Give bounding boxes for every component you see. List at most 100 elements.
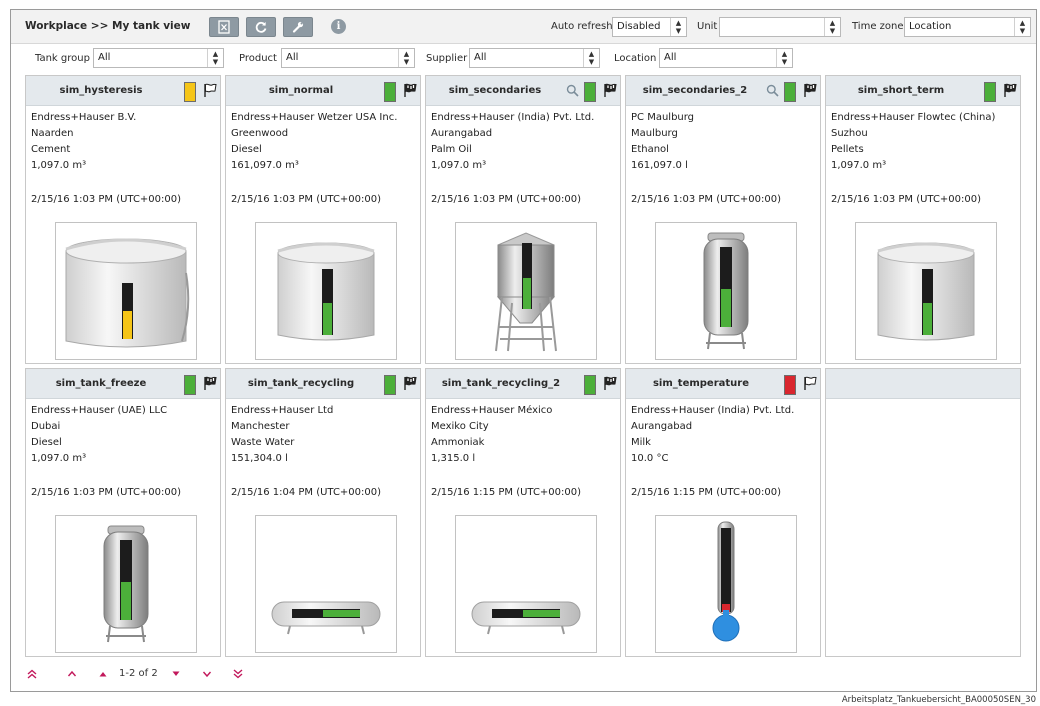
tank-card[interactable]: sim_temperature Endress+Hauser (India) Pv… bbox=[625, 368, 821, 657]
card-body: Endress+Hauser B.V. Naarden Cement 1,097.0 … bbox=[26, 106, 220, 212]
previous-page-icon[interactable] bbox=[67, 669, 77, 682]
magnifier-icon[interactable] bbox=[766, 84, 779, 97]
tank-card[interactable]: sim_tank_recycling Endress+Hauser Ltd Manc… bbox=[225, 368, 421, 657]
tank-illustration bbox=[877, 242, 975, 341]
tank-card[interactable]: sim_normal Endress+Hauser Wetzer USA Inc.… bbox=[225, 75, 421, 364]
tank-name[interactable]: sim_hysteresis bbox=[26, 85, 176, 96]
tank-image-frame[interactable] bbox=[855, 222, 997, 360]
auto-refresh-value: Disabled bbox=[617, 21, 661, 32]
tank-illustration bbox=[703, 232, 749, 350]
tank-name[interactable]: sim_tank_recycling bbox=[226, 378, 376, 389]
tank-image-frame[interactable] bbox=[55, 222, 197, 360]
tank-name[interactable]: sim_secondaries bbox=[426, 85, 564, 96]
location-select[interactable]: All ▲ ▼ bbox=[659, 48, 793, 68]
tank-image-frame[interactable] bbox=[655, 222, 797, 360]
timezone-label: Time zone bbox=[852, 21, 904, 32]
tank-company: Endress+Hauser (India) Pvt. Ltd. bbox=[431, 112, 595, 123]
tank-timestamp: 2/15/16 1:03 PM (UTC+00:00) bbox=[31, 194, 182, 205]
checkered-flag-icon[interactable] bbox=[1002, 82, 1018, 98]
first-page-icon[interactable] bbox=[27, 669, 37, 682]
select-arrows-icon: ▲ ▼ bbox=[583, 49, 599, 67]
tank-name[interactable]: sim_secondaries_2 bbox=[626, 85, 764, 96]
tank-card[interactable]: sim_short_term Endress+Hauser Flowtec (Ch… bbox=[825, 75, 1021, 364]
select-arrows-icon: ▲ ▼ bbox=[398, 49, 414, 67]
tank-volume: 1,097.0 m³ bbox=[831, 160, 887, 171]
auto-refresh-select[interactable]: Disabled ▲ ▼ bbox=[612, 17, 687, 37]
scroll-down-icon[interactable] bbox=[171, 669, 181, 682]
unit-select[interactable]: ▲ ▼ bbox=[719, 17, 841, 37]
tank-card[interactable]: sim_secondaries_2 PC Maulburg Maulburg Etha… bbox=[625, 75, 821, 364]
tank-name[interactable]: sim_tank_recycling_2 bbox=[426, 378, 576, 389]
select-arrows-icon: ▲ ▼ bbox=[670, 18, 686, 36]
tank-view-panel: Workplace >> My tank view i Auto refresh… bbox=[10, 9, 1037, 692]
last-page-icon[interactable] bbox=[233, 669, 243, 682]
checkered-flag-icon[interactable] bbox=[202, 82, 218, 98]
tank-image-frame[interactable] bbox=[255, 222, 397, 360]
select-arrows-icon: ▲ ▼ bbox=[207, 49, 223, 67]
checkered-flag-icon[interactable] bbox=[802, 82, 818, 98]
refresh-button[interactable] bbox=[246, 17, 276, 37]
tank-volume: 161,097.0 l bbox=[631, 160, 688, 171]
checkered-flag-icon[interactable] bbox=[202, 375, 218, 391]
tank-name[interactable]: sim_tank_freeze bbox=[26, 378, 176, 389]
tank-name[interactable]: sim_short_term bbox=[826, 85, 976, 96]
tank-city: Manchester bbox=[231, 421, 290, 432]
checkered-flag-icon[interactable] bbox=[402, 375, 418, 391]
tank-volume: 1,097.0 m³ bbox=[431, 160, 487, 171]
tank-product: Ammoniak bbox=[431, 437, 485, 448]
tank-image-frame[interactable] bbox=[455, 515, 597, 653]
tank-company: Endress+Hauser Flowtec (China) bbox=[831, 112, 996, 123]
status-indicator bbox=[184, 375, 196, 395]
tank-company: Endress+Hauser Ltd bbox=[231, 405, 334, 416]
checkered-flag-icon[interactable] bbox=[602, 82, 618, 98]
tank-company: PC Maulburg bbox=[631, 112, 695, 123]
tank-illustration bbox=[103, 525, 149, 643]
tank-card[interactable]: sim_tank_freeze Endress+Hauser (UAE) LLC D… bbox=[25, 368, 221, 657]
status-indicator bbox=[184, 82, 196, 102]
tank-image-frame[interactable] bbox=[455, 222, 597, 360]
unit-label: Unit bbox=[697, 21, 718, 32]
tank-illustration bbox=[65, 238, 190, 348]
status-indicator bbox=[584, 375, 596, 395]
tank-card[interactable]: sim_hysteresis Endress+Hauser B.V. Naarden… bbox=[25, 75, 221, 364]
tank-group-select[interactable]: All ▲ ▼ bbox=[93, 48, 224, 68]
tank-city: Naarden bbox=[31, 128, 74, 139]
tank-city: Aurangabad bbox=[631, 421, 693, 432]
settings-button[interactable] bbox=[283, 17, 313, 37]
tank-image-frame[interactable] bbox=[55, 515, 197, 653]
tank-group-value: All bbox=[98, 52, 111, 63]
info-icon[interactable]: i bbox=[331, 19, 346, 34]
checkered-flag-icon[interactable] bbox=[402, 82, 418, 98]
tank-name[interactable]: sim_temperature bbox=[626, 378, 776, 389]
tank-image-frame[interactable] bbox=[655, 515, 797, 653]
excel-export-button[interactable] bbox=[209, 17, 239, 37]
tank-image-frame[interactable] bbox=[255, 515, 397, 653]
tank-card[interactable]: sim_secondaries Endress+Hauser (India) Pv… bbox=[425, 75, 621, 364]
card-header: sim_secondaries bbox=[426, 76, 620, 106]
tank-timestamp: 2/15/16 1:04 PM (UTC+00:00) bbox=[231, 487, 382, 498]
tank-volume: 1,315.0 l bbox=[431, 453, 476, 464]
tank-company: Endress+Hauser México bbox=[431, 405, 553, 416]
tank-illustration bbox=[712, 521, 740, 642]
tank-company: Endress+Hauser B.V. bbox=[31, 112, 137, 123]
tank-product: Palm Oil bbox=[431, 144, 472, 155]
checkered-flag-icon[interactable] bbox=[802, 375, 818, 391]
product-select[interactable]: All ▲ ▼ bbox=[281, 48, 415, 68]
supplier-select[interactable]: All ▲ ▼ bbox=[469, 48, 600, 68]
toolbar: Workplace >> My tank view i Auto refresh… bbox=[11, 10, 1036, 44]
tank-company: Endress+Hauser (UAE) LLC bbox=[31, 405, 168, 416]
level-gauge-fill bbox=[323, 303, 332, 335]
checkered-flag-icon[interactable] bbox=[602, 375, 618, 391]
tank-name[interactable]: sim_normal bbox=[226, 85, 376, 96]
tank-company: Endress+Hauser (India) Pvt. Ltd. bbox=[631, 405, 795, 416]
next-page-icon[interactable] bbox=[202, 669, 212, 682]
tank-card[interactable]: sim_tank_recycling_2 Endress+Hauser Méxic… bbox=[425, 368, 621, 657]
card-body: Endress+Hauser Flowtec (China) Suzhou Pell… bbox=[826, 106, 1020, 212]
tank-illustration bbox=[471, 601, 581, 635]
page-title: Workplace >> My tank view bbox=[25, 20, 191, 32]
magnifier-icon[interactable] bbox=[566, 84, 579, 97]
scroll-up-icon[interactable] bbox=[98, 669, 108, 682]
tank-city: Maulburg bbox=[631, 128, 678, 139]
timezone-select[interactable]: Location ▲ ▼ bbox=[904, 17, 1031, 37]
tank-illustration bbox=[277, 242, 375, 341]
